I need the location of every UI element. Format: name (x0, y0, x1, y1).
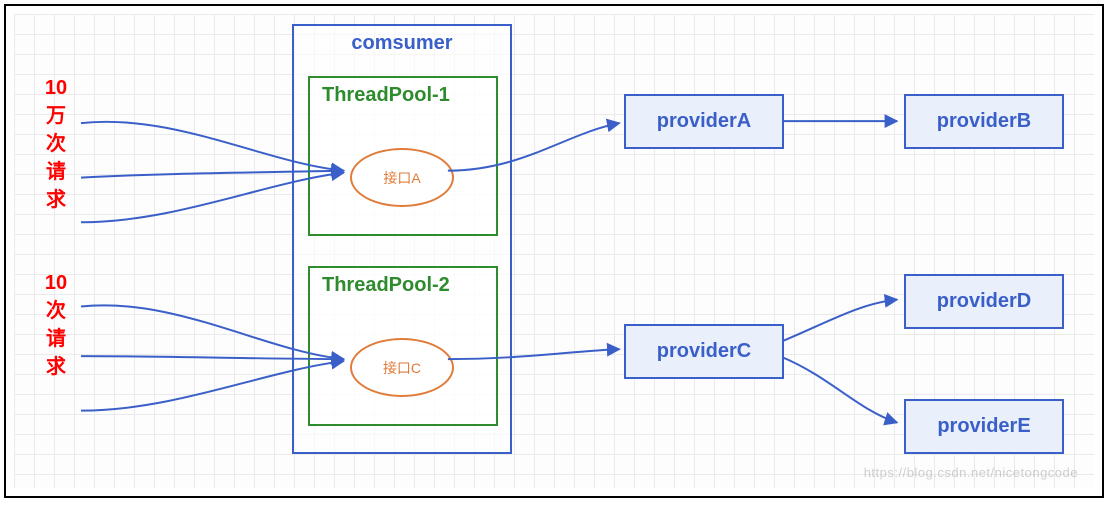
grid-canvas: 10 万 次 请 求 10 次 请 求 comsumer ThreadPool-… (14, 14, 1094, 488)
watermark: https://blog.csdn.net/nicetongcode (864, 465, 1078, 480)
provider-d-label: providerD (937, 290, 1031, 313)
consumer-title: comsumer (294, 26, 510, 55)
provider-c: providerC (624, 324, 784, 379)
requests-label-top: 10 万 次 请 求 (44, 74, 68, 214)
interface-a-label: 接口A (383, 168, 420, 188)
provider-a-label: providerA (657, 110, 751, 133)
threadpool-1: ThreadPool-1 接口A (308, 76, 498, 236)
threadpool-2-title: ThreadPool-2 (310, 268, 496, 297)
diagram-frame: 10 万 次 请 求 10 次 请 求 comsumer ThreadPool-… (4, 4, 1104, 498)
interface-a: 接口A (350, 148, 454, 207)
provider-e: providerE (904, 399, 1064, 454)
provider-b-label: providerB (937, 110, 1031, 133)
interface-c-label: 接口C (383, 358, 421, 378)
requests-label-bottom: 10 次 请 求 (44, 269, 68, 381)
threadpool-2: ThreadPool-2 接口C (308, 266, 498, 426)
provider-a: providerA (624, 94, 784, 149)
consumer-box: comsumer ThreadPool-1 接口A ThreadPool-2 接… (292, 24, 512, 454)
provider-e-label: providerE (937, 415, 1030, 438)
interface-c: 接口C (350, 338, 454, 397)
provider-d: providerD (904, 274, 1064, 329)
threadpool-1-title: ThreadPool-1 (310, 78, 496, 107)
provider-c-label: providerC (657, 340, 751, 363)
provider-b: providerB (904, 94, 1064, 149)
